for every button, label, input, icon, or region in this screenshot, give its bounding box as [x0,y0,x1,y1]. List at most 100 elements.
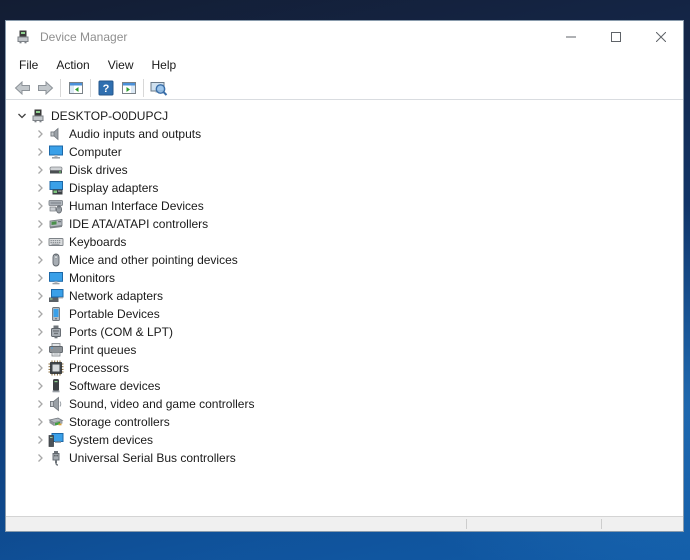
svg-text:?: ? [102,83,109,95]
statusbar [6,516,683,531]
back-arrow-icon [14,81,31,95]
tree-node-label: System devices [69,433,153,447]
back-button[interactable] [11,77,34,99]
menubar: FileActionViewHelp [6,53,683,76]
close-icon [656,32,666,42]
scan-hardware-icon [150,80,168,96]
chevron-right-icon[interactable] [31,234,48,250]
chevron-right-icon[interactable] [31,378,48,394]
chevron-right-icon[interactable] [31,180,48,196]
tree-node-audio[interactable]: Audio inputs and outputs [6,125,683,143]
close-button[interactable] [638,21,683,53]
tree-node-label: Audio inputs and outputs [69,127,201,141]
mouse-icon [48,252,64,268]
tree-node-monitor[interactable]: Computer [6,143,683,161]
action-pane-icon [121,80,137,96]
menu-help[interactable]: Help [143,55,186,75]
device-manager-window: Device Manager FileActionViewHelp [5,20,684,532]
tree-node-hid[interactable]: Human Interface Devices [6,197,683,215]
tree-node-storage[interactable]: Storage controllers [6,413,683,431]
tree-node-usb[interactable]: Universal Serial Bus controllers [6,449,683,467]
chevron-right-icon[interactable] [31,306,48,322]
computer-device-icon [30,108,46,124]
tree-node-label: Display adapters [69,181,158,195]
tree-root-computer[interactable]: DESKTOP-O0DUPCJ [6,107,683,125]
system-icon [48,432,64,448]
chevron-right-icon[interactable] [31,144,48,160]
tree-node-label: Computer [69,145,122,159]
chevron-right-icon[interactable] [31,360,48,376]
chevron-right-icon[interactable] [31,288,48,304]
chevron-right-icon[interactable] [31,252,48,268]
tree-node-label: Ports (COM & LPT) [69,325,173,339]
device-manager-app-icon [15,29,31,45]
help-icon: ? [98,80,114,96]
show-action-pane-button[interactable] [117,77,140,99]
window-title: Device Manager [40,30,548,44]
device-tree: DESKTOP-O0DUPCJ Audio inputs and outputs C… [6,100,683,516]
chevron-right-icon[interactable] [31,414,48,430]
scan-hardware-changes-button[interactable] [147,77,170,99]
tree-node-display-adapter[interactable]: Display adapters [6,179,683,197]
chevron-right-icon[interactable] [31,198,48,214]
toolbar: ? [6,76,683,100]
menu-file[interactable]: File [10,55,47,75]
toolbar-separator [60,79,61,97]
tree-node-label: Software devices [69,379,160,393]
storage-icon [48,414,64,430]
tree-node-disk[interactable]: Disk drives [6,161,683,179]
port-icon [48,324,64,340]
minimize-button[interactable] [548,21,593,53]
maximize-button[interactable] [593,21,638,53]
tree-node-label: Monitors [69,271,115,285]
display-adapter-icon [48,180,64,196]
tree-node-label: Human Interface Devices [69,199,204,213]
tree-node-printer[interactable]: Print queues [6,341,683,359]
chevron-right-icon[interactable] [31,324,48,340]
tree-node-network[interactable]: Network adapters [6,287,683,305]
minimize-icon [566,32,576,42]
tree-node-portable[interactable]: Portable Devices [6,305,683,323]
tree-node-label: Mice and other pointing devices [69,253,238,267]
tree-node-speaker[interactable]: Sound, video and game controllers [6,395,683,413]
chevron-right-icon[interactable] [31,126,48,142]
chevron-right-icon[interactable] [31,432,48,448]
chevron-down-icon[interactable] [13,108,30,124]
maximize-icon [611,32,621,42]
tree-node-monitor-flat[interactable]: Monitors [6,269,683,287]
titlebar: Device Manager [6,21,683,53]
tree-node-ide[interactable]: IDE ATA/ATAPI controllers [6,215,683,233]
forward-arrow-icon [37,81,54,95]
monitor-flat-icon [48,270,64,286]
toolbar-separator [90,79,91,97]
tree-node-keyboard[interactable]: Keyboards [6,233,683,251]
tree-node-software[interactable]: Software devices [6,377,683,395]
chevron-right-icon[interactable] [31,270,48,286]
chevron-right-icon[interactable] [31,162,48,178]
forward-button[interactable] [34,77,57,99]
speaker-icon [48,396,64,412]
processor-icon [48,360,64,376]
tree-node-port[interactable]: Ports (COM & LPT) [6,323,683,341]
tree-node-mouse[interactable]: Mice and other pointing devices [6,251,683,269]
tree-node-label: Universal Serial Bus controllers [69,451,236,465]
tree-node-label: Portable Devices [69,307,160,321]
tree-node-label: Disk drives [69,163,128,177]
chevron-right-icon[interactable] [31,450,48,466]
show-console-tree-button[interactable] [64,77,87,99]
chevron-right-icon[interactable] [31,216,48,232]
tree-node-label: Storage controllers [69,415,170,429]
chevron-right-icon[interactable] [31,396,48,412]
tree-node-label: Sound, video and game controllers [69,397,254,411]
network-icon [48,288,64,304]
tree-node-label: Keyboards [69,235,126,249]
menu-view[interactable]: View [99,55,143,75]
tree-node-label: DESKTOP-O0DUPCJ [51,109,168,123]
tree-node-label: Network adapters [69,289,163,303]
statusbar-separator [466,519,467,529]
help-button[interactable]: ? [94,77,117,99]
menu-action[interactable]: Action [47,55,98,75]
chevron-right-icon[interactable] [31,342,48,358]
tree-node-system[interactable]: System devices [6,431,683,449]
tree-node-processor[interactable]: Processors [6,359,683,377]
